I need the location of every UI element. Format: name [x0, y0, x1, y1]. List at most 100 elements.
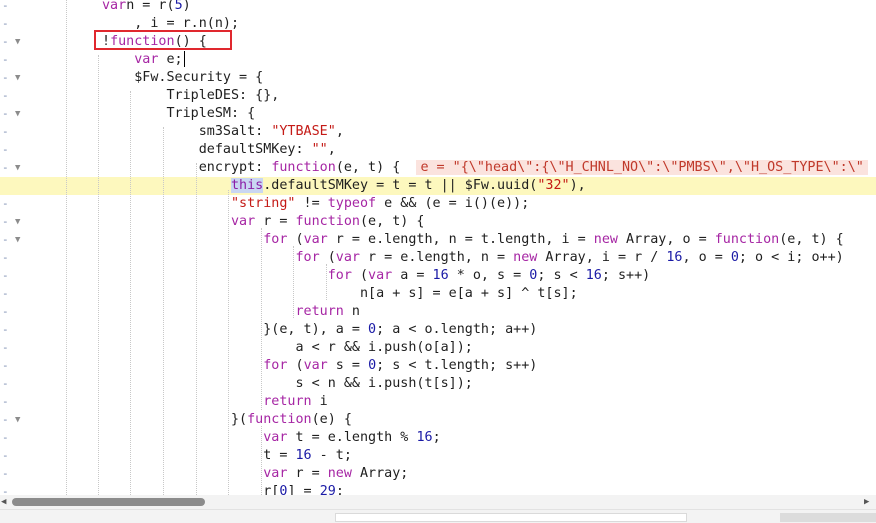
code-token: t = e.length %	[287, 430, 417, 445]
code-token: n	[343, 304, 360, 319]
code-token: (e, t) {	[779, 232, 844, 247]
code-line[interactable]: return i	[0, 393, 876, 411]
code-line[interactable]: for (var a = 16 * o, s = 0; s < 16; s++)	[0, 267, 876, 285]
code-line[interactable]: defaultSMKey: "",	[0, 141, 876, 159]
code-text: }(e, t), a = 0; a < o.length; a++)	[102, 321, 537, 339]
code-editor[interactable]: ---▼--▼--▼---▼---▼-▼----------▼---- varn…	[0, 0, 876, 495]
code-token: }(	[102, 412, 248, 427]
code-line[interactable]: for (var s = 0; s < t.length; s++)	[0, 357, 876, 375]
code-token: ;	[335, 484, 344, 495]
code-line[interactable]: }(function(e) {	[0, 411, 876, 429]
code-line[interactable]: varn = r(5)	[0, 0, 876, 15]
code-token: ; o < i; o++)	[738, 250, 844, 265]
code-line[interactable]: r[0] = 29;	[0, 483, 876, 495]
code-line[interactable]: "string" != typeof e && (e = i()(e));	[0, 195, 876, 213]
code-token: (	[287, 358, 304, 373]
code-text: }(function(e) {	[102, 411, 352, 429]
code-text: a < r && i.push(o[a]);	[102, 339, 472, 357]
code-text: $Fw.Security = {	[102, 69, 263, 87]
code-text: sm3Salt: "YTBASE",	[102, 123, 344, 141]
code-area[interactable]: varn = r(5) , i = r.n(n); !function() { v…	[0, 0, 876, 495]
code-line[interactable]: s < n && i.push(t[s]);	[0, 375, 876, 393]
scroll-left-arrow-icon[interactable]: ◀	[1, 495, 6, 509]
scroll-right-arrow-icon[interactable]: ▶	[864, 495, 869, 509]
code-line[interactable]: a < r && i.push(o[a]);	[0, 339, 876, 357]
code-line[interactable]: $Fw.Security = {	[0, 69, 876, 87]
code-token: defaultSMKey:	[102, 142, 312, 157]
code-token: 16	[432, 268, 449, 283]
code-text: encrypt: function(e, t) { e = "{\"head\"…	[102, 159, 868, 177]
code-token: .defaultSMKey = t = t || $Fw.uuid(	[263, 178, 538, 193]
code-token: * o, s =	[448, 268, 530, 283]
code-token: typeof	[327, 196, 377, 211]
code-token: this	[231, 178, 264, 193]
code-line[interactable]: }(e, t), a = 0; a < o.length; a++)	[0, 321, 876, 339]
code-text: return n	[102, 303, 360, 321]
code-token: ""	[311, 142, 328, 157]
code-line[interactable]: var r = new Array;	[0, 465, 876, 483]
code-line[interactable]: sm3Salt: "YTBASE",	[0, 123, 876, 141]
code-token: var	[303, 232, 328, 247]
code-text: TripleDES: {},	[102, 87, 279, 105]
code-text: TripleSM: {	[102, 105, 255, 123]
code-token: )	[182, 0, 191, 13]
code-token: return	[295, 304, 344, 319]
indent-guide	[326, 264, 327, 300]
horizontal-scrollbar[interactable]: ◀ ▶	[0, 495, 876, 509]
code-text: for (var r = e.length, n = new Array, i …	[102, 249, 844, 267]
code-text: t = 16 - t;	[102, 447, 352, 465]
code-line[interactable]: var r = function(e, t) {	[0, 213, 876, 231]
code-token: for	[295, 250, 320, 265]
code-token: r = e.length, n =	[359, 250, 514, 265]
code-token: r =	[287, 466, 328, 481]
code-token: for	[263, 232, 288, 247]
function-highlight-box	[94, 30, 232, 50]
code-token: "string"	[231, 196, 296, 211]
code-token: TripleSM: {	[102, 106, 256, 121]
code-token: new	[513, 250, 538, 265]
indent-guide	[261, 228, 262, 410]
code-token: var	[102, 0, 127, 13]
code-token: function	[295, 214, 361, 229]
indent-guide	[163, 127, 164, 495]
code-token: r[	[102, 484, 280, 495]
code-line[interactable]: return n	[0, 303, 876, 321]
code-line[interactable]: var e;	[0, 51, 876, 69]
code-token: var	[263, 466, 288, 481]
code-token: 16	[416, 430, 433, 445]
code-line[interactable]: for (var r = e.length, n = new Array, i …	[0, 249, 876, 267]
current-line[interactable]: this.defaultSMKey = t = t || $Fw.uuid("3…	[0, 177, 876, 195]
code-line[interactable]: var t = e.length % 16;	[0, 429, 876, 447]
code-line[interactable]: for (var r = e.length, n = t.length, i =…	[0, 231, 876, 249]
code-line[interactable]: encrypt: function(e, t) { e = "{\"head\"…	[0, 159, 876, 177]
code-token: ; s++)	[601, 268, 651, 283]
code-token: i	[311, 394, 328, 409]
code-token: new	[327, 466, 352, 481]
code-text: n[a + s] = e[a + s] ^ t[s];	[102, 285, 578, 303]
code-line[interactable]: TripleDES: {},	[0, 87, 876, 105]
code-token: "YTBASE"	[271, 124, 336, 139]
code-token: var	[368, 268, 393, 283]
code-token: ,	[327, 142, 336, 157]
code-text: var r = function(e, t) {	[102, 213, 425, 231]
code-line[interactable]: TripleSM: {	[0, 105, 876, 123]
code-token: (	[319, 250, 336, 265]
code-line[interactable]: t = 16 - t;	[0, 447, 876, 465]
code-token: (e, t) {	[335, 160, 417, 175]
code-text: var r = new Array;	[102, 465, 408, 483]
code-token: ; s < t.length; s++)	[376, 358, 538, 373]
inline-value-tooltip[interactable]: e = "{\"head\":{\"H_CHNL_NO\":\"PMBS\",\…	[416, 160, 868, 175]
scrollbar-thumb[interactable]	[12, 498, 205, 506]
code-token: ),	[569, 178, 586, 193]
code-token: for	[327, 268, 352, 283]
indent-guide	[261, 426, 262, 495]
code-line[interactable]: n[a + s] = e[a + s] ^ t[s];	[0, 285, 876, 303]
code-token: (	[351, 268, 369, 283]
